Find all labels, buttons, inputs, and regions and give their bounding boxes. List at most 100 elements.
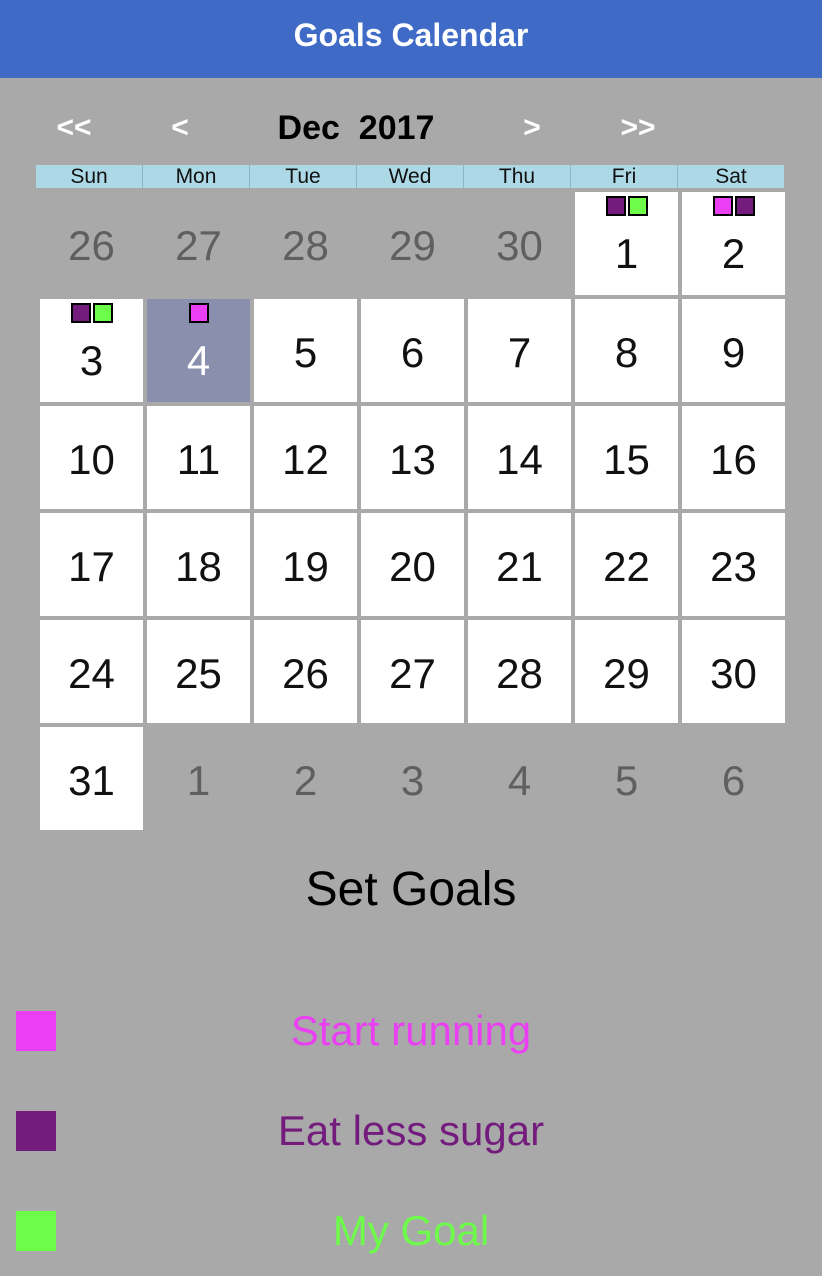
calendar-day[interactable]: 22 (575, 513, 678, 616)
day-number: 26 (68, 221, 115, 269)
day-number: 15 (603, 435, 650, 483)
calendar-day[interactable]: 18 (147, 513, 250, 616)
calendar-day[interactable]: 13 (361, 406, 464, 509)
set-goals-heading: Set Goals (305, 863, 517, 916)
calendar-day[interactable]: 23 (682, 513, 785, 616)
day-number: 24 (68, 649, 115, 697)
calendar-day[interactable]: 26 (254, 620, 357, 723)
calendar-day[interactable]: 2 (682, 192, 785, 295)
day-number: 22 (603, 542, 650, 590)
calendar-day-outside-month[interactable]: 1 (147, 727, 250, 830)
calendar-day-outside-month[interactable]: 28 (254, 192, 357, 295)
goal-markers (575, 196, 678, 216)
calendar-day-selected[interactable]: 4 (147, 299, 250, 402)
calendar-day[interactable]: 28 (468, 620, 571, 723)
day-number: 2 (293, 756, 318, 804)
day-number: 2 (721, 229, 746, 277)
goal-item-eat-less-sugar[interactable]: Eat less sugar (0, 1107, 822, 1171)
calendar-day[interactable]: 7 (468, 299, 571, 402)
calendar-day[interactable]: 16 (682, 406, 785, 509)
goal-item-start-running[interactable]: Start running (0, 1007, 822, 1071)
calendar-day-outside-month[interactable]: 6 (682, 727, 785, 830)
day-number: 16 (710, 435, 757, 483)
day-number: 17 (68, 542, 115, 590)
day-number: 14 (496, 435, 543, 483)
calendar-grid: 26 27 28 29 30 1 2 3 4 5 6 7 8 9 10 11 12 13 14 15 16 17 18 19 2… (36, 190, 785, 830)
previous-year-button[interactable]: << (48, 106, 100, 150)
calendar-day[interactable]: 15 (575, 406, 678, 509)
calendar-day[interactable]: 19 (254, 513, 357, 616)
calendar-day[interactable]: 11 (147, 406, 250, 509)
day-number: 27 (175, 221, 222, 269)
goal-marker-start-running (712, 196, 733, 216)
calendar-day[interactable]: 20 (361, 513, 464, 616)
day-number: 31 (68, 756, 115, 804)
goal-markers (40, 303, 143, 323)
calendar-day[interactable]: 31 (40, 727, 143, 830)
calendar-day[interactable]: 29 (575, 620, 678, 723)
calendar-day[interactable]: 12 (254, 406, 357, 509)
calendar-day-outside-month[interactable]: 30 (468, 192, 571, 295)
calendar-day-outside-month[interactable]: 2 (254, 727, 357, 830)
calendar-day-outside-month[interactable]: 27 (147, 192, 250, 295)
calendar-day[interactable]: 3 (40, 299, 143, 402)
goal-marker-eat-less-sugar (734, 196, 755, 216)
goal-label[interactable]: Start running (0, 1005, 822, 1057)
day-number: 23 (710, 542, 757, 590)
day-number: 20 (389, 542, 436, 590)
calendar-day[interactable]: 17 (40, 513, 143, 616)
calendar-day-outside-month[interactable]: 26 (40, 192, 143, 295)
goal-label[interactable]: Eat less sugar (0, 1105, 822, 1157)
day-number: 4 (186, 336, 211, 384)
calendar-day[interactable]: 30 (682, 620, 785, 723)
goal-markers (147, 303, 250, 323)
day-number: 28 (496, 649, 543, 697)
day-number: 3 (400, 756, 425, 804)
goal-marker-start-running (188, 303, 209, 323)
navigation-bar: Goals Calendar (0, 0, 822, 78)
calendar-day-outside-month[interactable]: 29 (361, 192, 464, 295)
calendar-day[interactable]: 27 (361, 620, 464, 723)
previous-month-button[interactable]: < (164, 106, 196, 150)
calendar-day[interactable]: 1 (575, 192, 678, 295)
day-number: 30 (710, 649, 757, 697)
day-number: 11 (176, 435, 221, 483)
goal-item-my-goal[interactable]: My Goal (0, 1207, 822, 1271)
calendar-day[interactable]: 8 (575, 299, 678, 402)
day-number: 21 (496, 542, 543, 590)
day-number: 18 (175, 542, 222, 590)
day-number: 28 (282, 221, 329, 269)
day-number: 19 (282, 542, 329, 590)
calendar-day-outside-month[interactable]: 5 (575, 727, 678, 830)
weekday-sun: Sun (70, 165, 108, 188)
goal-marker-eat-less-sugar (605, 196, 626, 216)
goal-marker-eat-less-sugar (70, 303, 91, 323)
calendar-day-outside-month[interactable]: 3 (361, 727, 464, 830)
calendar-day[interactable]: 24 (40, 620, 143, 723)
goal-label[interactable]: My Goal (0, 1205, 822, 1257)
next-year-button[interactable]: >> (612, 106, 664, 150)
calendar-day[interactable]: 14 (468, 406, 571, 509)
calendar-day[interactable]: 10 (40, 406, 143, 509)
calendar-day[interactable]: 9 (682, 299, 785, 402)
goal-marker-my-goal (627, 196, 648, 216)
weekday-thu: Thu (463, 165, 570, 188)
calendar-day-outside-month[interactable]: 4 (468, 727, 571, 830)
next-month-button[interactable]: > (516, 106, 548, 150)
calendar-day[interactable]: 25 (147, 620, 250, 723)
day-number: 1 (614, 229, 639, 277)
weekday-wed: Wed (356, 165, 463, 188)
day-number: 10 (68, 435, 115, 483)
goal-markers (682, 196, 785, 216)
day-number: 6 (721, 756, 746, 804)
calendar-day[interactable]: 6 (361, 299, 464, 402)
day-number: 26 (282, 649, 329, 697)
calendar-day[interactable]: 21 (468, 513, 571, 616)
calendar-day[interactable]: 5 (254, 299, 357, 402)
page-title: Goals Calendar (293, 16, 529, 53)
day-number: 5 (614, 756, 639, 804)
day-number: 30 (496, 221, 543, 269)
day-number: 29 (389, 221, 436, 269)
day-number: 8 (614, 328, 639, 376)
weekday-fri: Fri (570, 165, 677, 188)
